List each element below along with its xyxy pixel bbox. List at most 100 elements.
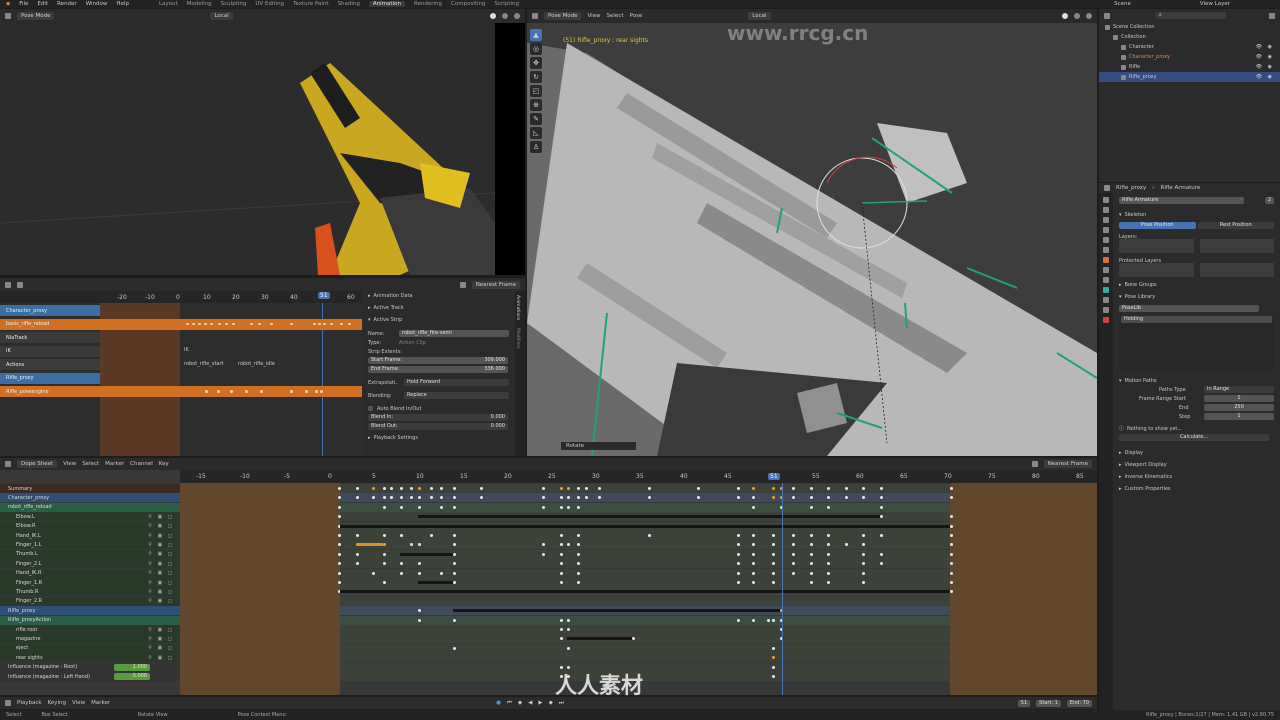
texture-tab-icon[interactable]	[1103, 317, 1109, 323]
keyframe[interactable]	[400, 487, 403, 490]
bone-constraint-tab-icon[interactable]	[1103, 307, 1109, 313]
record-icon[interactable]: ●	[496, 700, 501, 706]
render-shading-icon[interactable]	[514, 13, 520, 19]
nla-snap-dropdown[interactable]: Nearest Frame	[471, 280, 520, 289]
keyframe[interactable]	[390, 487, 393, 490]
nla-keyframe[interactable]	[192, 322, 195, 325]
keyframe[interactable]	[577, 581, 580, 584]
keyframe[interactable]	[356, 487, 359, 490]
constraint-tab-icon[interactable]	[1103, 277, 1109, 283]
keyframe[interactable]	[440, 487, 443, 490]
channel-action[interactable]: Rifle_proxyAction	[0, 615, 180, 625]
blender-logo-icon[interactable]: ◆	[6, 1, 10, 7]
bone-tab-icon[interactable]	[1103, 297, 1109, 303]
outliner-search-field[interactable]: ⌕	[1156, 12, 1226, 19]
keyframe[interactable]	[752, 581, 755, 584]
keyframe[interactable]	[792, 571, 795, 575]
tab-modeling[interactable]: Modeling	[187, 1, 212, 7]
menu-view[interactable]: View	[63, 461, 76, 467]
nla-keyframe[interactable]	[290, 322, 293, 325]
keyframe[interactable]	[862, 571, 865, 575]
end-frame-field[interactable]: End Frame: 336.000	[368, 366, 508, 373]
start-frame-field[interactable]: Start: 1	[1036, 699, 1061, 707]
menu-marker[interactable]: Marker	[105, 461, 124, 467]
keyframe[interactable]	[810, 581, 813, 584]
dopesheet-editor[interactable]: -15 -10 -5 0 5 10 15 20 25 30 35 40 45 51 55 60 65 70 75 80…	[0, 470, 1097, 695]
render-shading-icon[interactable]	[1086, 13, 1092, 19]
nla-keyframe[interactable]	[232, 322, 235, 325]
influence-slider[interactable]: 0.000	[114, 673, 150, 680]
keyframe[interactable]	[697, 487, 700, 490]
nla-keyframe[interactable]	[186, 322, 189, 325]
channel-bone[interactable]: Finger_2.L ⚲ ▣ ◻	[0, 559, 180, 569]
start-frame-field[interactable]: Start Frame: 309.000	[368, 357, 508, 364]
camera-viewport[interactable]	[0, 23, 525, 275]
armature-data-tab-icon[interactable]	[1103, 287, 1109, 293]
menu-edit[interactable]: Edit	[37, 1, 48, 7]
keyframe[interactable]	[560, 505, 563, 509]
outliner-item[interactable]: Rifle_proxy 👁 ◉	[1099, 72, 1280, 82]
channel-toggle-icons[interactable]: ⚲ ▣ ◻	[148, 514, 174, 520]
keyframe[interactable]	[810, 571, 813, 575]
nla-keyframe[interactable]	[245, 390, 248, 393]
pose-list[interactable]: Holding	[1119, 316, 1274, 370]
menu-view[interactable]: View	[587, 13, 600, 19]
keyframe[interactable]	[648, 534, 651, 537]
keyframe[interactable]	[418, 505, 421, 509]
annotate-tool-icon[interactable]: ✎	[530, 113, 542, 125]
keyframe[interactable]	[560, 487, 563, 490]
keyframe[interactable]	[585, 487, 588, 490]
channel-bone[interactable]: Finger_1.R ⚲ ▣ ◻	[0, 578, 180, 587]
user-count[interactable]: 2	[1264, 197, 1274, 204]
pose-tool-icon[interactable]: ♙	[530, 141, 542, 153]
keyframe[interactable]	[567, 618, 570, 622]
channel-toggle-icons[interactable]: ⚲ ▣ ◻	[148, 645, 174, 651]
nla-keyframe[interactable]	[204, 322, 207, 325]
operator-panel[interactable]: Rotate	[561, 442, 636, 450]
current-frame-indicator[interactable]: 51	[318, 292, 330, 299]
keyframe[interactable]	[338, 571, 341, 575]
menu-view[interactable]: View	[72, 700, 85, 706]
nla-keyframe[interactable]	[313, 322, 316, 325]
nla-keyframe[interactable]	[217, 390, 220, 393]
paths-type-dropdown[interactable]: In Range	[1204, 386, 1274, 393]
keyframe[interactable]	[418, 487, 421, 490]
strip-label[interactable]: robot_rifle_start	[184, 361, 224, 367]
keyframe[interactable]	[383, 552, 386, 556]
cursor-tool-icon[interactable]: ◎	[530, 43, 542, 55]
camera-orientation-dropdown[interactable]: Local	[210, 12, 233, 20]
skeleton-panel[interactable]: ▾ Skeleton	[1113, 210, 1280, 219]
editor-type-icon[interactable]	[5, 700, 11, 706]
keyframe[interactable]	[950, 552, 953, 556]
menu-select[interactable]: Select	[82, 461, 99, 467]
nla-keyframe[interactable]	[225, 322, 228, 325]
tab-modifiers[interactable]: Modifiers	[515, 328, 520, 349]
blend-out-field[interactable]: Blend Out: 0.000	[368, 423, 508, 430]
keyframe[interactable]	[827, 505, 830, 509]
keyframe[interactable]	[737, 618, 740, 622]
channel-toggle-icons[interactable]: ⚲ ▣ ◻	[148, 598, 174, 604]
move-tool-icon[interactable]: ✥	[530, 57, 542, 69]
end-frame-field[interactable]: End: 70	[1066, 699, 1092, 707]
keyframe[interactable]	[418, 571, 421, 575]
channel-toggle-icons[interactable]: ⚲ ▣ ◻	[148, 570, 174, 576]
keyframe[interactable]	[827, 571, 830, 575]
channel-bone[interactable]: magazine ⚲ ▣ ◻	[0, 634, 180, 644]
channel-toggle-icons[interactable]: ⚲ ▣ ◻	[148, 655, 174, 661]
keyframe[interactable]	[577, 505, 580, 509]
blend-in-field[interactable]: Blend In: 0.000	[368, 414, 508, 421]
tab-sculpting[interactable]: Sculpting	[221, 1, 247, 7]
keyframe[interactable]	[950, 534, 953, 537]
keyframe[interactable]	[383, 534, 386, 537]
keyframe[interactable]	[400, 534, 403, 537]
channel-bone[interactable]: eject ⚲ ▣ ◻	[0, 643, 180, 653]
keyframe[interactable]	[453, 505, 456, 509]
dopesheet-snap-dropdown[interactable]: Nearest Frame	[1043, 460, 1092, 468]
nla-keyframe[interactable]	[270, 322, 273, 325]
visibility-toggle-icons[interactable]: 👁 ◉	[1256, 54, 1274, 60]
nla-keyframe[interactable]	[318, 322, 321, 325]
menu-window[interactable]: Window	[86, 1, 108, 7]
keyframe[interactable]	[880, 552, 883, 556]
view-layer-selector[interactable]: View Layer	[1200, 1, 1230, 7]
menu-channel[interactable]: Channel	[130, 461, 153, 467]
